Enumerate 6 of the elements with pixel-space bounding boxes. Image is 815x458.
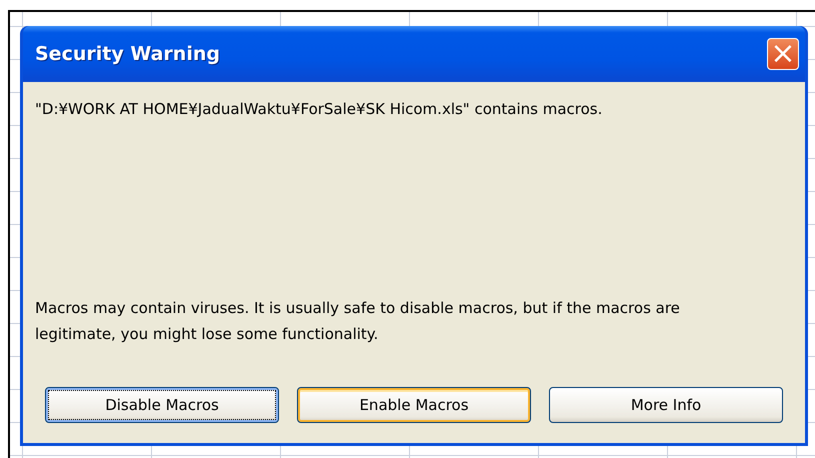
dialog-button[interactable]: More Info (549, 387, 783, 423)
dialog-button[interactable]: Enable Macros (297, 387, 531, 423)
warning-text: Macros may contain viruses. It is usually safe to disable macros, but if the macros are legitimate, you might lose some functionality. (35, 298, 681, 345)
dialog-button[interactable]: Disable Macros (45, 387, 279, 423)
window-title: Security Warning (35, 43, 220, 65)
message-text: "D:¥WORK AT HOME¥JadualWaktu¥ForSale¥SK Hicom.xls" contains macros. (35, 100, 604, 118)
